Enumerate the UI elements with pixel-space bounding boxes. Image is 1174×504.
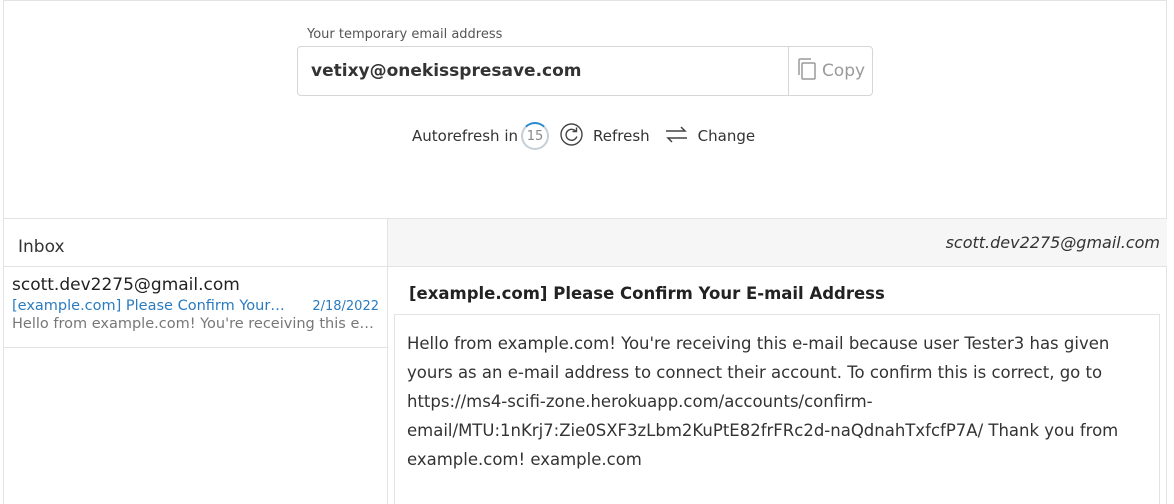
copy-button[interactable]: Copy [788,47,872,95]
autorefresh-countdown: 15 [521,122,550,150]
mail-sender: scott.dev2275@gmail.com [12,275,240,295]
email-address-field[interactable]: vetixy@onekisspresave.com [298,47,788,95]
email-box: vetixy@onekisspresave.com Copy [297,46,873,96]
mail-date: 2/18/2022 [312,298,379,314]
list-item[interactable]: scott.dev2275@gmail.com [example.com] Pl… [3,267,387,348]
mail-preview: Hello from example.com! You're receiving… [12,316,379,332]
copy-label: Copy [821,61,866,81]
change-button[interactable]: Change [664,122,755,151]
reader-subject: [example.com] Please Confirm Your E-mail… [409,284,885,303]
change-label: Change [697,127,756,145]
inbox-pane: Inbox scott.dev2275@gmail.com [example.c… [3,219,388,504]
refresh-label: Refresh [593,127,650,145]
mail-subject: [example.com] Please Confirm Your E-mail… [12,298,287,314]
inbox-title: Inbox [3,219,387,267]
copy-icon [796,57,818,86]
refresh-icon [559,122,584,151]
action-bar: Autorefresh in 15 Refresh Change [412,121,769,151]
reader-sender: scott.dev2275@gmail.com [388,219,1167,267]
autorefresh-label: Autorefresh in [412,127,519,145]
reader-body: Hello from example.com! You're receiving… [394,314,1160,504]
reader-pane: scott.dev2275@gmail.com [example.com] Pl… [388,219,1167,504]
refresh-button[interactable]: Refresh [559,122,650,151]
swap-icon [664,122,689,151]
email-label: Your temporary email address [307,27,503,42]
